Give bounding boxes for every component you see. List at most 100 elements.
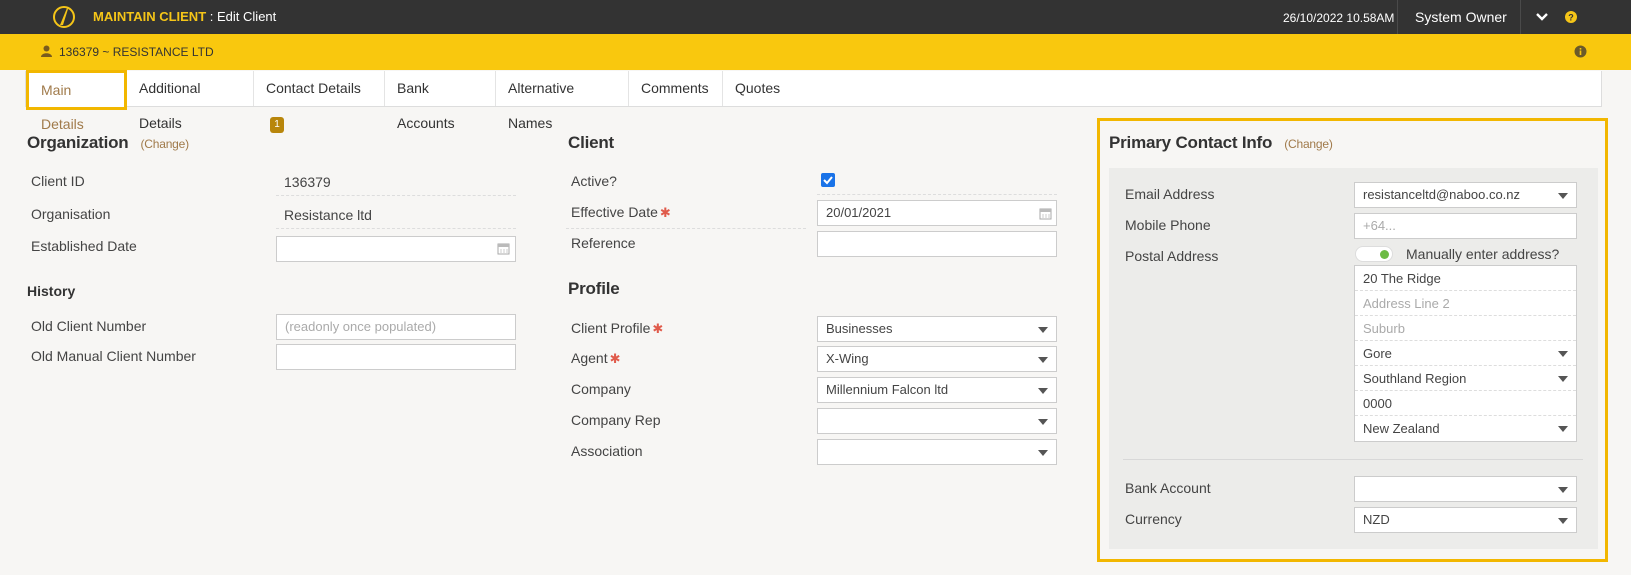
- country-select[interactable]: New Zealand: [1355, 416, 1576, 441]
- section-title: Primary Contact Info: [1109, 133, 1273, 152]
- chevron-down-icon[interactable]: [1535, 11, 1549, 23]
- tab-label: Main Details: [41, 82, 84, 132]
- currency-select[interactable]: NZD: [1354, 507, 1577, 533]
- user-icon: [41, 45, 52, 57]
- postal-address-group: 20 The Ridge Address Line 2 Suburb Gore …: [1354, 265, 1577, 442]
- required-asterisk-icon: ✱: [659, 205, 671, 220]
- city-select[interactable]: Gore: [1355, 341, 1576, 366]
- history-heading: History: [27, 283, 76, 299]
- module-name: MAINTAIN CLIENT: [93, 9, 207, 24]
- select-value: NZD: [1363, 512, 1390, 527]
- dropdown-caret-icon: [1558, 518, 1568, 524]
- dropdown-caret-icon: [1038, 450, 1048, 456]
- tab-label: Alternative Names: [508, 80, 575, 131]
- association-select[interactable]: [817, 439, 1057, 465]
- old-client-number-input[interactable]: (readonly once populated): [276, 314, 516, 340]
- email-address-select[interactable]: resistanceltd@naboo.co.nz: [1354, 182, 1577, 208]
- row-divider: [276, 195, 516, 196]
- client-id-label: Client ID: [31, 173, 85, 189]
- established-date-label: Established Date: [31, 238, 137, 254]
- primary-contact-heading: Primary Contact Info (Change): [1109, 133, 1333, 153]
- help-icon[interactable]: ?: [1564, 10, 1578, 24]
- mobile-phone-label: Mobile Phone: [1125, 217, 1211, 233]
- label-text: Effective Date: [571, 204, 658, 220]
- address-line1-input[interactable]: 20 The Ridge: [1355, 266, 1576, 291]
- label-text: Client Profile: [571, 320, 651, 336]
- datetime: 26/10/2022 10.58AM: [1283, 11, 1395, 25]
- svg-text:?: ?: [1568, 13, 1574, 23]
- agent-select[interactable]: X-Wing: [817, 346, 1057, 372]
- tab-label: Comments: [641, 80, 709, 96]
- reference-label: Reference: [571, 235, 636, 251]
- agent-label: Agent ✱: [571, 350, 621, 367]
- select-value: Millennium Falcon ltd: [826, 382, 949, 397]
- old-manual-client-number-label: Old Manual Client Number: [31, 348, 196, 364]
- tab-bank-accounts[interactable]: Bank Accounts: [385, 71, 496, 131]
- currency-label: Currency: [1125, 511, 1182, 527]
- user-name[interactable]: System Owner: [1415, 9, 1507, 25]
- organization-change-link[interactable]: (Change): [141, 137, 190, 151]
- postcode-input[interactable]: 0000: [1355, 391, 1576, 416]
- dropdown-caret-icon: [1558, 487, 1568, 493]
- tab-alternative-names[interactable]: Alternative Names: [496, 71, 629, 131]
- required-asterisk-icon: ✱: [609, 351, 621, 366]
- old-client-number-label: Old Client Number: [31, 318, 147, 334]
- client-bar: 136379 ~ RESISTANCE LTD: [0, 34, 1631, 70]
- old-manual-client-number-input[interactable]: [276, 344, 516, 370]
- manual-address-toggle[interactable]: [1355, 246, 1393, 262]
- company-select[interactable]: Millennium Falcon ltd: [817, 377, 1057, 403]
- company-rep-select[interactable]: [817, 408, 1057, 434]
- checkmark-icon: [823, 176, 833, 185]
- mobile-phone-input[interactable]: +64...: [1354, 213, 1577, 239]
- bank-account-label: Bank Account: [1125, 480, 1211, 496]
- dropdown-caret-icon: [1038, 388, 1048, 394]
- email-address-label: Email Address: [1125, 186, 1215, 202]
- row-divider: [566, 228, 806, 229]
- reference-input[interactable]: [817, 231, 1057, 257]
- title-separator: :: [209, 9, 214, 24]
- info-icon[interactable]: [1574, 45, 1587, 58]
- tab-label: Contact Details: [266, 80, 361, 96]
- dropdown-caret-icon: [1038, 357, 1048, 363]
- dropdown-caret-icon: [1558, 351, 1568, 357]
- address-line2-input[interactable]: Address Line 2: [1355, 291, 1576, 316]
- app-logo-icon[interactable]: [52, 4, 76, 30]
- tab-main-details[interactable]: Main Details: [26, 70, 127, 132]
- client-profile-select[interactable]: Businesses: [817, 316, 1057, 342]
- tab-comments[interactable]: Comments: [629, 71, 723, 106]
- tab-additional-details[interactable]: Additional Details: [127, 71, 254, 131]
- dropdown-caret-icon: [1558, 426, 1568, 432]
- region-select[interactable]: Southland Region: [1355, 366, 1576, 391]
- tab-contact-details[interactable]: Contact Details 1: [254, 71, 385, 133]
- toggle-knob: [1380, 250, 1389, 259]
- bank-account-select[interactable]: [1354, 476, 1577, 502]
- dropdown-caret-icon: [1038, 327, 1048, 333]
- calendar-icon[interactable]: [1039, 207, 1052, 220]
- primary-contact-change-link[interactable]: (Change): [1284, 137, 1333, 151]
- app-title: MAINTAIN CLIENT : Edit Client: [93, 9, 276, 24]
- select-value: Gore: [1363, 346, 1392, 361]
- row-divider: [276, 228, 516, 229]
- select-value: resistanceltd@naboo.co.nz: [1363, 187, 1521, 202]
- tab-label: Quotes: [735, 80, 781, 96]
- top-bar: MAINTAIN CLIENT : Edit Client 26/10/2022…: [0, 0, 1631, 34]
- row-divider: [817, 194, 1057, 195]
- organization-heading: Organization (Change): [27, 133, 189, 153]
- dropdown-caret-icon: [1558, 193, 1568, 199]
- organisation-label: Organisation: [31, 206, 111, 222]
- client-name: 136379 ~ RESISTANCE LTD: [59, 45, 214, 59]
- header-divider: [1397, 0, 1398, 34]
- calendar-icon[interactable]: [497, 242, 510, 255]
- select-value: Southland Region: [1363, 371, 1467, 386]
- effective-date-input[interactable]: 20/01/2021: [817, 200, 1057, 226]
- active-checkbox[interactable]: [821, 173, 835, 187]
- tab-quotes[interactable]: Quotes: [723, 71, 792, 106]
- suburb-input[interactable]: Suburb: [1355, 316, 1576, 341]
- company-label: Company: [571, 381, 631, 397]
- dropdown-caret-icon: [1558, 376, 1568, 382]
- client-profile-label: Client Profile ✱: [571, 320, 663, 337]
- count-badge: 1: [270, 117, 284, 133]
- client-id-value: 136379: [284, 174, 331, 190]
- organisation-value: Resistance ltd: [284, 207, 372, 223]
- established-date-input[interactable]: [276, 236, 516, 262]
